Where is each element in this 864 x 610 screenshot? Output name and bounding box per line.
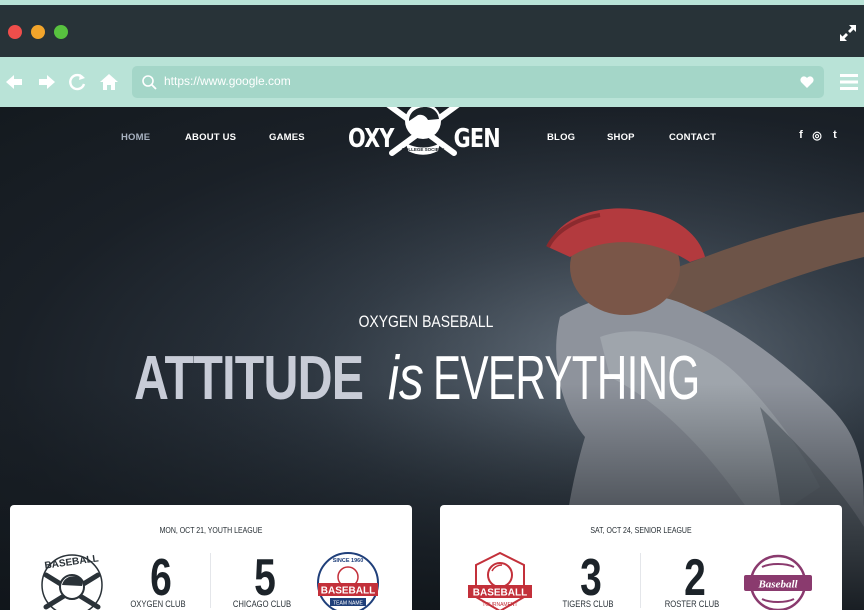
nav-games[interactable]: GAMES bbox=[269, 132, 305, 143]
nav-shop[interactable]: SHOP bbox=[607, 132, 635, 143]
chicago-club-logo-icon: SINCE 1960 BASEBALL TEAM NAME bbox=[317, 552, 379, 610]
tigers-club-logo-icon: BASEBALL TOURNAMENT bbox=[468, 551, 532, 610]
headline-rest: EVERYTHING bbox=[433, 344, 700, 413]
svg-text:TOURNAMENT: TOURNAMENT bbox=[482, 602, 517, 608]
facebook-icon[interactable]: f bbox=[795, 129, 807, 143]
url-text[interactable]: https://www.google.com bbox=[164, 74, 291, 88]
address-bar[interactable]: https://www.google.com bbox=[132, 66, 824, 98]
logo-tagline: COLLEGE SOCIETY bbox=[402, 147, 445, 152]
away-team-name[interactable]: CHICAGO CLUB bbox=[220, 599, 305, 609]
away-team-name[interactable]: ROSTER CLUB bbox=[650, 599, 735, 609]
browser-toolbar: https://www.google.com bbox=[0, 57, 864, 107]
nav-about-us[interactable]: ABOUT US bbox=[185, 132, 236, 143]
close-window-button[interactable] bbox=[8, 25, 22, 39]
nav-home[interactable]: HOME bbox=[121, 132, 150, 143]
home-team-name[interactable]: TIGERS CLUB bbox=[546, 599, 631, 609]
site-logo[interactable]: OXY COLLEGE SOCIETY GEN bbox=[346, 107, 502, 167]
window-titlebar bbox=[0, 5, 864, 57]
game-date: SAT, OCT 24, SENIOR LEAGUE bbox=[590, 525, 692, 535]
headline-italic: is bbox=[388, 344, 424, 413]
oxygen-club-logo-icon: BASEBALL bbox=[41, 553, 103, 610]
game-card[interactable]: MON, OCT 21, YOUTH LEAGUE BASEBALL 6 5 O… bbox=[10, 505, 412, 610]
roster-club-logo-icon: Baseball bbox=[744, 554, 812, 610]
forward-arrow-icon[interactable] bbox=[37, 72, 57, 92]
home-team-name[interactable]: OXYGEN CLUB bbox=[116, 599, 201, 609]
hero-section: HOME ABOUT US GAMES OXY COLLEGE SOCIETY … bbox=[0, 107, 864, 610]
headline-bold: ATTITUDE bbox=[134, 344, 364, 413]
logo-text-right: GEN bbox=[453, 124, 501, 154]
score-divider bbox=[640, 553, 641, 608]
hero-kicker: OXYGEN BASEBALL bbox=[358, 312, 494, 331]
main-nav: HOME ABOUT US GAMES OXY COLLEGE SOCIETY … bbox=[0, 107, 864, 169]
reload-icon[interactable] bbox=[68, 72, 88, 92]
svg-text:BASEBALL: BASEBALL bbox=[473, 588, 527, 599]
game-card[interactable]: SAT, OCT 24, SENIOR LEAGUE BASEBALL TOUR… bbox=[440, 505, 842, 610]
home-icon[interactable] bbox=[99, 72, 119, 92]
menu-icon[interactable] bbox=[840, 72, 858, 92]
instagram-icon[interactable]: ◎ bbox=[811, 129, 823, 143]
svg-text:SINCE 1960: SINCE 1960 bbox=[333, 558, 364, 564]
svg-text:BASEBALL: BASEBALL bbox=[321, 586, 375, 597]
twitter-icon[interactable]: t bbox=[829, 129, 841, 143]
minimize-window-button[interactable] bbox=[31, 25, 45, 39]
nav-blog[interactable]: BLOG bbox=[547, 132, 575, 143]
heart-icon[interactable] bbox=[799, 74, 815, 90]
nav-contact[interactable]: CONTACT bbox=[669, 132, 716, 143]
svg-text:TEAM NAME: TEAM NAME bbox=[333, 601, 363, 607]
maximize-window-button[interactable] bbox=[54, 25, 68, 39]
game-date: MON, OCT 21, YOUTH LEAGUE bbox=[159, 525, 263, 535]
score-divider bbox=[210, 553, 211, 608]
search-icon bbox=[142, 75, 157, 90]
back-arrow-icon[interactable] bbox=[4, 72, 24, 92]
expand-icon[interactable] bbox=[838, 23, 858, 43]
svg-text:Baseball: Baseball bbox=[757, 579, 798, 591]
